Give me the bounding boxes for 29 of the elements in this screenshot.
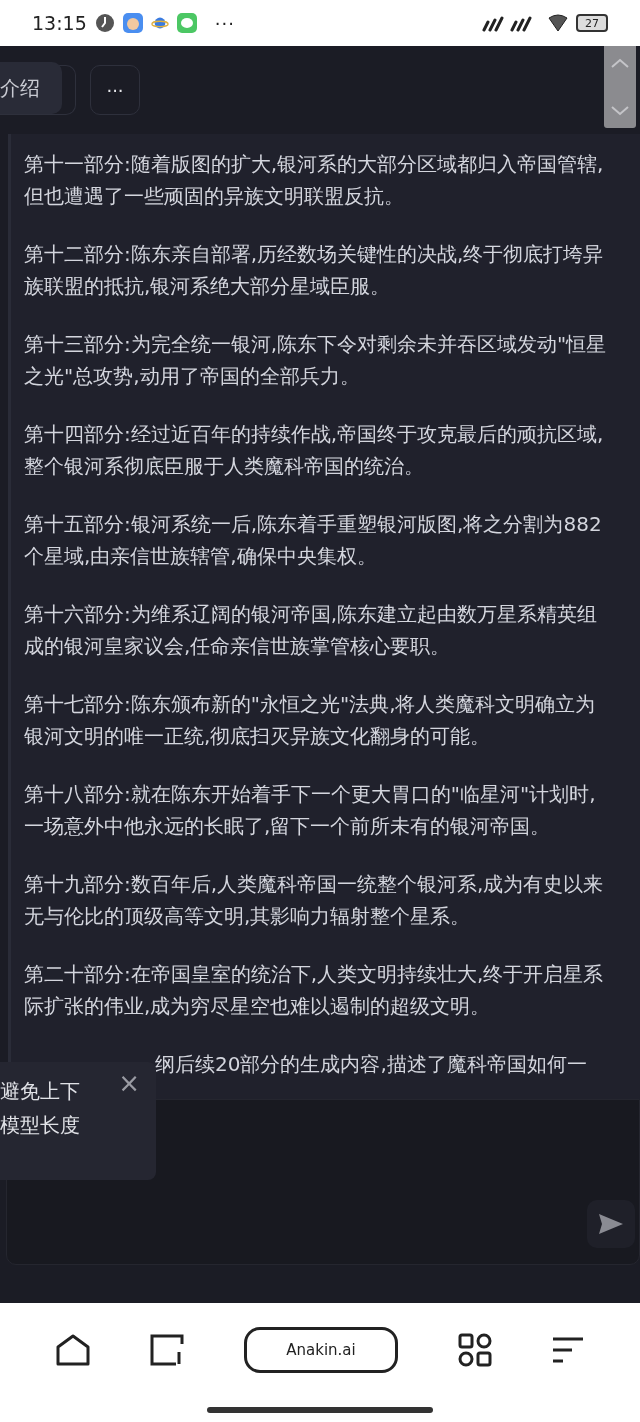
response-paragraph: 第十五部分:银河系统一后,陈东着手重塑银河版图,将之分割为882个星域,由亲信世族辖管,确保中央集权。 <box>24 511 603 570</box>
response-paragraph: 第十二部分:陈东亲自部署,历经数场关键性的决战,终于彻底打垮异族联盟的抵抗,银河系绝大部分星域臣服。 <box>24 241 605 300</box>
response-paragraph: 纲后续20部分的生成内容,描述了魔科帝国如何一 <box>155 1051 588 1078</box>
clock-time: 13:15 <box>32 12 87 34</box>
clock-icon <box>94 13 115 33</box>
home-icon[interactable] <box>56 1334 90 1366</box>
send-button[interactable] <box>587 1200 635 1248</box>
tooltip: 介绍 <box>0 62 62 114</box>
response-paragraph: 第十七部分:陈东颁布新的"永恒之光"法典,将人类魔科文明确立为银河文明的唯一正统,彻底扫灭异族文化翻身的可能。 <box>24 691 597 750</box>
apps-icon[interactable] <box>458 1333 492 1367</box>
response-paragraph: 第十一部分:随着版图的扩大,银河系的大部分区域都归入帝国管辖,但也遭遇了一些顽固的异族文明联盟反抗。 <box>24 151 605 210</box>
more-button[interactable]: ··· <box>90 65 140 115</box>
wifi-icon <box>548 14 568 32</box>
address-bar[interactable]: Anakin.ai <box>244 1327 398 1373</box>
tabs-icon[interactable] <box>150 1334 184 1366</box>
battery-icon: 27 <box>576 14 608 32</box>
send-icon <box>598 1213 624 1235</box>
response-paragraph: 第十九部分:数百年后,人类魔科帝国一统整个银河系,成为有史以来无与伦比的顶级高等文明,其影响力辐射整个星系。 <box>24 871 605 930</box>
toast-text: 模型长度 <box>0 1112 80 1139</box>
menu-icon[interactable] <box>552 1337 584 1363</box>
response-paragraph: 第十六部分:为维系辽阔的银河帝国,陈东建立起由数万星系精英组成的银河皇家议会,任命亲信世族掌管核心要职。 <box>24 601 599 660</box>
response-paragraph: 第十三部分:为完全统一银河,陈东下令对剩余未并吞区域发动"恒星之光"总攻势,动用了帝国的全部兵力。 <box>24 331 608 390</box>
toast-text: 避免上下 <box>0 1078 80 1105</box>
response-paragraph: 第十四部分:经过近百年的持续作战,帝国终于攻克最后的顽抗区域,整个银河系彻底臣服于人类魔科帝国的统治。 <box>24 421 605 480</box>
chat-app-icon <box>176 13 197 33</box>
close-button[interactable]: × <box>118 1068 140 1098</box>
response-paragraph: 第二十部分:在帝国皇室的统治下,人类文明持续壮大,终于开启星系际扩张的伟业,成为穷尽星空也难以遏制的超级文明。 <box>24 961 605 1020</box>
response-paragraph: 第十八部分:就在陈东开始着手下一个更大胃口的"临星河"计划时,一场意外中他永远的长眠了,留下一个前所未有的银河帝国。 <box>24 781 597 840</box>
more-notifications: ··· <box>214 12 235 34</box>
